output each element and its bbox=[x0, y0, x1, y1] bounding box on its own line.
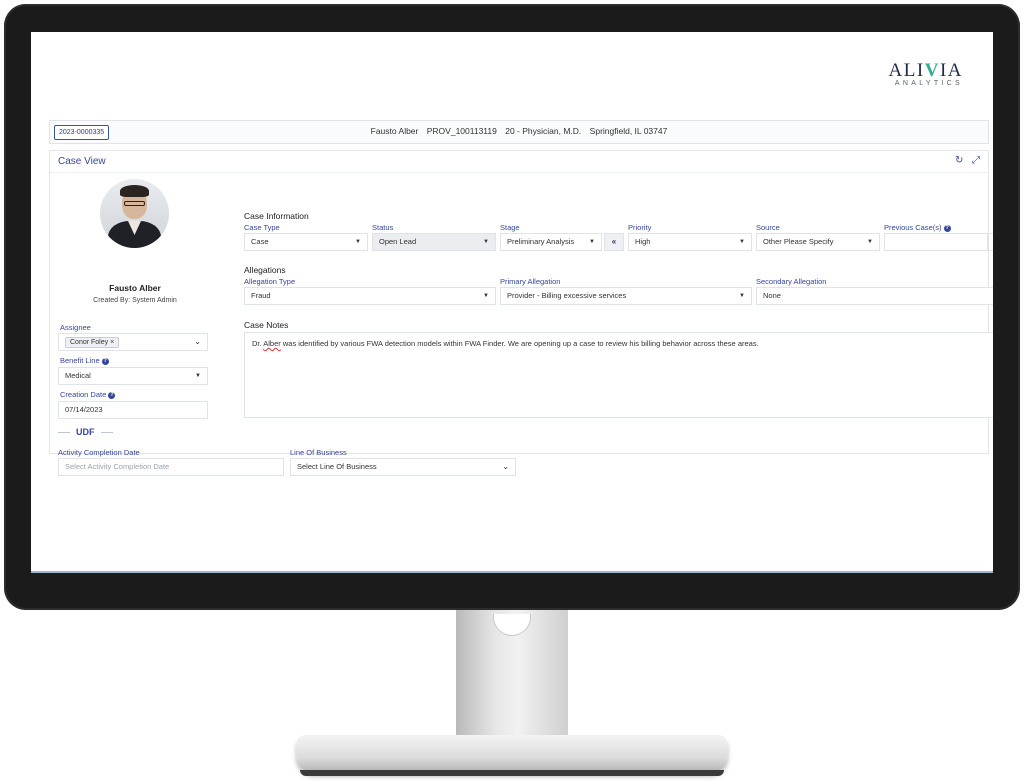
primary-allegation-select[interactable]: Provider - Billing excessive services ▼ bbox=[500, 287, 752, 305]
benefit-line-select[interactable]: Medical ▼ bbox=[58, 367, 208, 385]
status-select[interactable]: Open Lead ▼ bbox=[372, 233, 496, 251]
provider-name: Fausto Alber bbox=[370, 126, 419, 136]
secondary-allegation-label: Secondary Allegation bbox=[756, 277, 827, 286]
profile-created-by: Created By: System Admin bbox=[93, 297, 177, 304]
provider-specialty: 20 - Physician, M.D. bbox=[505, 126, 582, 136]
stage-label: Stage bbox=[500, 223, 520, 232]
activity-completion-input[interactable]: Select Activity Completion Date bbox=[58, 458, 284, 476]
avatar bbox=[100, 179, 169, 248]
profile-name: Fausto Alber bbox=[109, 283, 161, 293]
provider-info: Fausto Alber PROV_100113119 20 - Physici… bbox=[50, 126, 988, 136]
logo-wordmark: ALIVIA bbox=[888, 60, 963, 81]
line-of-business-label: Line Of Business bbox=[290, 448, 347, 457]
activity-completion-label: Activity Completion Date bbox=[58, 448, 140, 457]
allegations-heading: Allegations bbox=[244, 265, 286, 275]
case-notes-heading: Case Notes bbox=[244, 320, 289, 330]
creation-date-label: Creation Date ? bbox=[60, 390, 116, 399]
caret-down-icon: ▼ bbox=[355, 239, 361, 245]
udf-section-title: UDF bbox=[58, 427, 158, 437]
previous-cases-input[interactable] bbox=[884, 233, 988, 251]
secondary-allegation-select[interactable]: None▼ bbox=[756, 287, 993, 305]
allegation-type-label: Allegation Type bbox=[244, 277, 296, 286]
allegation-type-select[interactable]: Fraud ▼ bbox=[244, 287, 496, 305]
chevron-down-icon: ⌄ bbox=[502, 462, 509, 471]
stage-select[interactable]: Preliminary Analysis ▼ bbox=[500, 233, 602, 251]
caret-down-icon: ▼ bbox=[483, 293, 489, 299]
primary-allegation-label: Primary Allegation bbox=[500, 277, 561, 286]
refresh-icon[interactable]: ↻ bbox=[955, 155, 963, 166]
assignee-chip[interactable]: Conor Foley × bbox=[65, 337, 120, 348]
help-icon[interactable]: ? bbox=[101, 358, 109, 365]
assignee-label: Assignee bbox=[60, 323, 91, 332]
provider-location: Springfield, IL 03747 bbox=[589, 126, 668, 136]
help-icon[interactable]: ? bbox=[108, 392, 116, 399]
provider-id: PROV_100113119 bbox=[426, 126, 497, 136]
monitor-stand-base bbox=[296, 735, 728, 773]
source-select[interactable]: Other Please Specify ▼ bbox=[756, 233, 880, 251]
case-view-header: Case View ↻ ⤢ bbox=[50, 151, 988, 173]
caret-down-icon: ▼ bbox=[739, 239, 745, 245]
status-label: Status bbox=[372, 223, 394, 232]
divider bbox=[100, 431, 113, 433]
benefit-line-label: Benefit Line ? bbox=[60, 356, 109, 365]
priority-label: Priority bbox=[628, 223, 652, 232]
screen: ALIVIA ANALYTICS 2023-0000335 Fausto Alb… bbox=[31, 32, 993, 573]
case-type-label: Case Type bbox=[244, 223, 280, 232]
case-information-heading: Case Information bbox=[244, 211, 309, 221]
caret-down-icon: ▼ bbox=[483, 239, 489, 245]
caret-down-icon: ▼ bbox=[739, 293, 745, 299]
previous-cases-label: Previous Case(s) ? bbox=[884, 223, 951, 232]
case-type-select[interactable]: Case ▼ bbox=[244, 233, 368, 251]
provider-bar: 2023-0000335 Fausto Alber PROV_100113119… bbox=[49, 120, 989, 144]
caret-down-icon: ▼ bbox=[589, 239, 595, 245]
logo-tagline: ANALYTICS bbox=[894, 80, 963, 87]
case-view-title: Case View bbox=[58, 156, 106, 167]
chevron-down-icon: ⌄ bbox=[194, 337, 201, 346]
stage-back-button[interactable]: « bbox=[604, 233, 624, 251]
caret-down-icon: ▼ bbox=[195, 373, 201, 379]
assignee-select[interactable]: Conor Foley × ⌄ bbox=[58, 333, 208, 351]
source-label: Source bbox=[756, 223, 780, 232]
alivia-logo: ALIVIA ANALYTICS bbox=[889, 60, 963, 87]
creation-date-input[interactable]: 07/14/2023 bbox=[58, 401, 208, 419]
case-view-panel: Case View ↻ ⤢ Fausto Alber Created By: S… bbox=[49, 150, 993, 476]
search-icon[interactable]: ⌕ bbox=[988, 233, 993, 251]
help-icon[interactable]: ? bbox=[943, 225, 951, 232]
monitor-stand-base-edge bbox=[300, 770, 724, 776]
case-notes-textarea[interactable]: Dr. Alber was identified by various FWA … bbox=[244, 332, 993, 418]
priority-select[interactable]: High ▼ bbox=[628, 233, 752, 251]
expand-icon[interactable]: ⤢ bbox=[972, 155, 980, 166]
spellcheck-flagged-word: Alber bbox=[263, 339, 281, 348]
line-of-business-select[interactable]: Select Line Of Business ⌄ bbox=[290, 458, 516, 476]
divider bbox=[58, 431, 70, 433]
caret-down-icon: ▼ bbox=[867, 239, 873, 245]
